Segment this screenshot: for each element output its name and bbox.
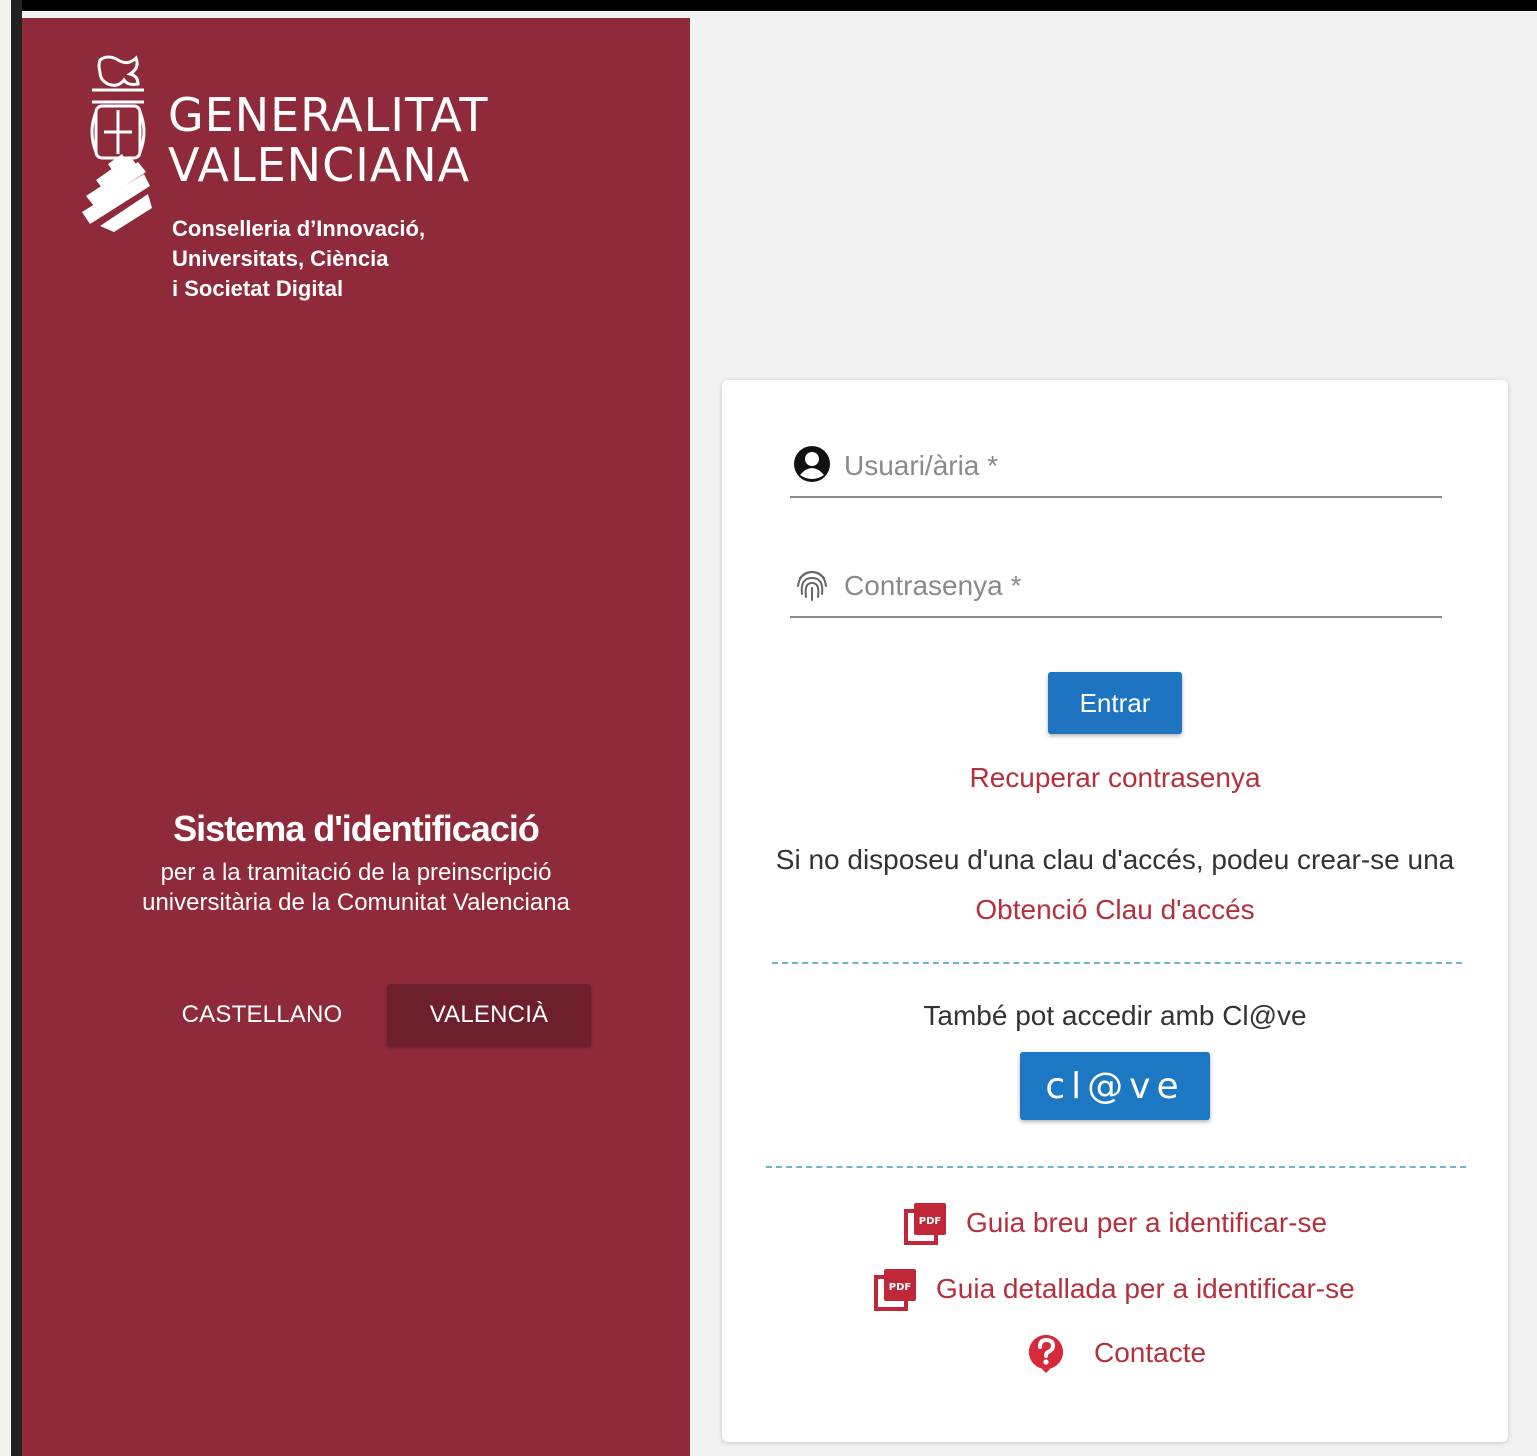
contact-link[interactable]: Contacte [1026, 1328, 1206, 1378]
login-submit-button[interactable]: Entrar [1048, 672, 1182, 734]
system-title: Sistema d'identificació [173, 808, 540, 849]
obtain-key-link[interactable]: Obtenció Clau d'accés [722, 894, 1508, 926]
username-input[interactable] [844, 444, 1424, 488]
svg-text:PDF: PDF [889, 1282, 911, 1293]
help-icon [1028, 1335, 1063, 1373]
contact-label: Contacte [1094, 1337, 1207, 1368]
clave-login-button[interactable]: cl@ve [1020, 1052, 1210, 1120]
divider [772, 962, 1462, 964]
password-field [790, 558, 1442, 618]
language-castellano-button[interactable]: CASTELLANO [162, 984, 362, 1046]
window-left-border [0, 0, 22, 1456]
login-card: Entrar Recuperar contrasenya Si no dispo… [722, 380, 1508, 1442]
detailed-guide-link[interactable]: PDF Guia detallada per a identificar-se [872, 1264, 1355, 1314]
generalitat-logo [82, 55, 152, 232]
no-key-text: Si no disposeu d'una clau d'accés, podeu… [775, 844, 1455, 875]
brand-name: GENERALITAT VALENCIANA [168, 88, 489, 192]
pdf-icon: PDF [874, 1269, 916, 1311]
username-field [790, 438, 1442, 498]
language-valencia-button[interactable]: VALENCIÀ [387, 984, 591, 1046]
system-subtitle: per a la tramitació de la preinscripció … [142, 859, 570, 916]
password-input[interactable] [844, 564, 1424, 608]
recover-password-link[interactable]: Recuperar contrasenya [722, 762, 1508, 794]
detailed-guide-label: Guia detallada per a identificar-se [936, 1273, 1355, 1304]
divider [766, 1166, 1466, 1168]
user-icon [794, 446, 830, 482]
short-guide-link[interactable]: PDF Guia breu per a identificar-se [902, 1198, 1327, 1248]
brand-panel: GENERALITAT VALENCIANA Conselleria d’Inn… [22, 18, 690, 1456]
clave-text: També pot accedir amb Cl@ve [923, 1000, 1307, 1031]
short-guide-label: Guia breu per a identificar-se [966, 1207, 1328, 1238]
svg-text:PDF: PDF [919, 1216, 941, 1227]
brand-header: GENERALITAT VALENCIANA Conselleria d’Inn… [78, 52, 528, 312]
pdf-icon: PDF [904, 1203, 946, 1245]
fingerprint-icon [797, 570, 827, 601]
department-name: Conselleria d’Innovació, Universitats, C… [172, 216, 426, 301]
window-top-border [0, 0, 1537, 11]
